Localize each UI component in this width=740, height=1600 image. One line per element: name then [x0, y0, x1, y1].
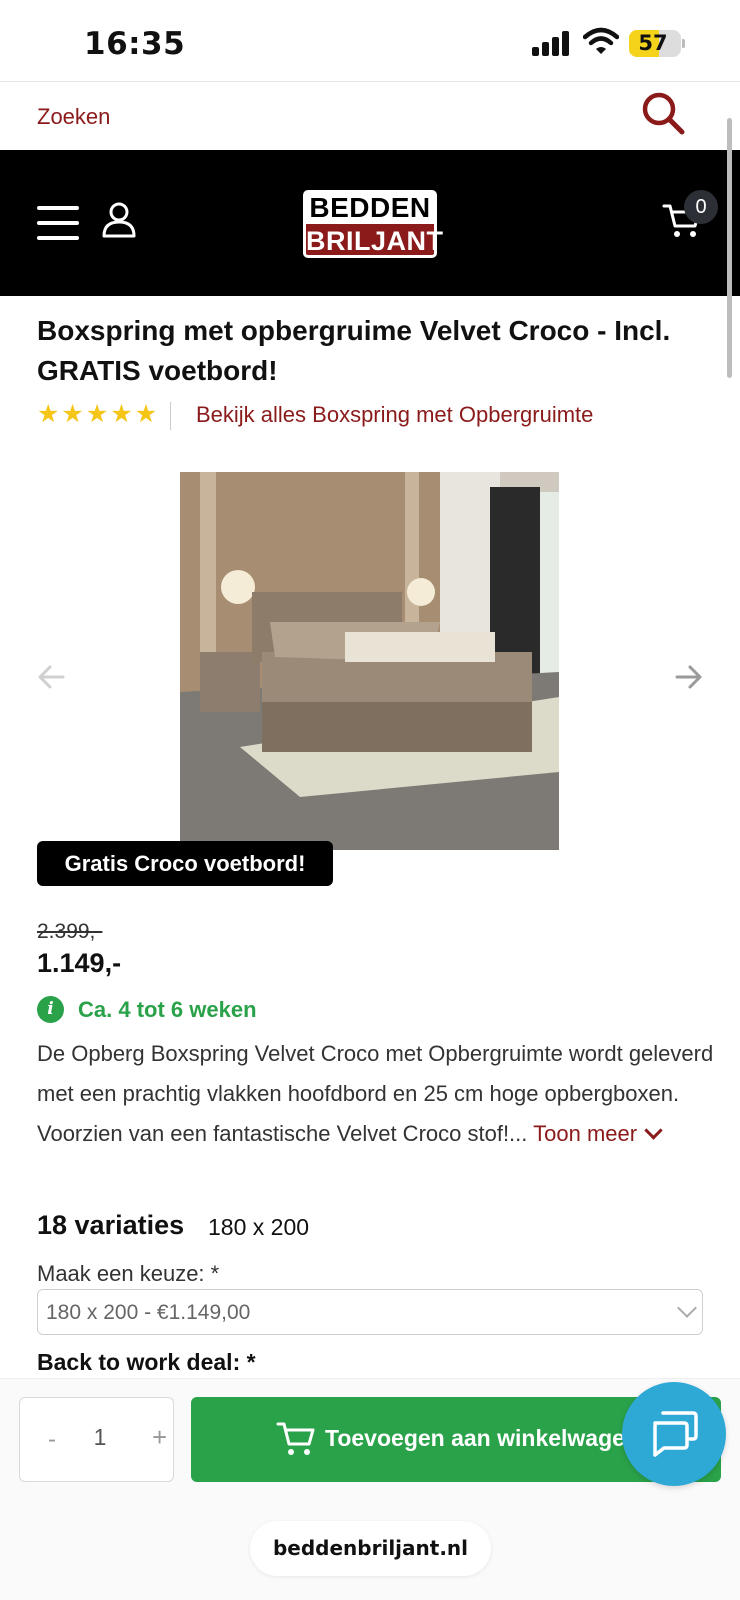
deal-label: Back to work deal: * [37, 1349, 256, 1375]
info-icon[interactable]: i [37, 996, 64, 1023]
variation-value: 180 x 200 [208, 1214, 310, 1240]
product-description: De Opberg Boxspring Velvet Croco met Opb… [37, 1034, 717, 1154]
size-select[interactable]: 180 x 200 - €1.149,00 [37, 1289, 703, 1335]
star-icon: ★ [61, 400, 84, 428]
product-title: Boxspring met opbergruime Velvet Croco -… [37, 315, 671, 386]
scrollbar[interactable] [727, 118, 732, 378]
battery-level: 57 [638, 31, 668, 55]
chevron-down-icon [644, 1121, 663, 1140]
delivery-time: Ca. 4 tot 6 weken [78, 997, 257, 1022]
rating-stars[interactable]: ★ ★ ★ ★ ★ [37, 400, 158, 428]
logo-text-bottom: BRILJANT [303, 224, 443, 258]
divider [170, 402, 171, 430]
arrow-left-icon[interactable] [36, 662, 66, 692]
cart-count-badge[interactable]: 0 [684, 190, 718, 224]
quantity-decrease-button[interactable]: - [48, 1426, 56, 1454]
user-icon[interactable] [102, 202, 136, 238]
show-more-label: Toon meer [533, 1121, 638, 1146]
logo-text-top: BEDDEN [303, 190, 437, 226]
promo-badge: Gratis Croco voetbord! [37, 841, 333, 886]
chevron-down-icon [677, 1298, 697, 1318]
old-price: 2.399,- [37, 920, 103, 943]
quantity-increase-button[interactable]: + [152, 1422, 167, 1453]
quantity-stepper: - 1 + [19, 1397, 174, 1482]
show-more-link[interactable]: Toon meer [533, 1121, 663, 1146]
star-icon: ★ [37, 400, 60, 428]
star-icon: ★ [134, 400, 158, 428]
current-price: 1.149,- [37, 948, 122, 978]
chat-button[interactable] [622, 1382, 726, 1486]
quantity-value[interactable]: 1 [90, 1424, 110, 1451]
size-select-value: 180 x 200 - €1.149,00 [46, 1301, 251, 1324]
star-icon: ★ [85, 400, 109, 428]
variations-title: 18 variaties [37, 1210, 185, 1240]
chat-icon [653, 1411, 698, 1457]
cart-icon [276, 1422, 315, 1455]
search-input[interactable] [37, 100, 597, 134]
site-logo[interactable]: BEDDEN BRILJANT [303, 190, 443, 258]
browser-url-bar[interactable]: beddenbriljant.nl [250, 1521, 491, 1576]
wifi-icon [583, 27, 619, 54]
add-to-cart-label: Toevoegen aan winkelwagen [325, 1425, 639, 1451]
search-bar [0, 82, 740, 150]
search-icon[interactable] [640, 90, 686, 136]
category-link[interactable]: Bekijk alles Boxspring met Opbergruimte [196, 402, 593, 428]
product-image[interactable] [180, 472, 559, 850]
site-header: BEDDEN BRILJANT 0 [0, 150, 740, 296]
arrow-right-icon[interactable] [674, 662, 704, 692]
choose-label: Maak een keuze: * [37, 1261, 220, 1286]
star-icon: ★ [110, 400, 133, 428]
signal-icon [532, 30, 572, 56]
status-bar: 16:35 57 [0, 0, 740, 82]
battery-icon: 57 [629, 30, 685, 57]
menu-icon[interactable] [37, 206, 79, 240]
status-time: 16:35 [84, 26, 186, 62]
